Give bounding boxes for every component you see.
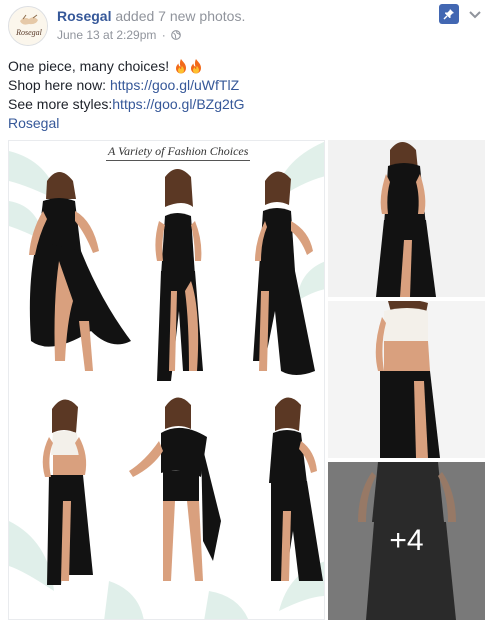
meta-separator: · [161,28,166,42]
more-photos-overlay[interactable]: +4 [328,462,485,620]
chevron-down-icon[interactable] [469,10,481,20]
more-photos-count: +4 [389,524,424,557]
message-text-3: See more styles: [8,96,113,112]
collage-title: A Variety of Fashion Choices [106,144,251,161]
post-message: One piece, many choices! Shop here now: … [8,57,245,133]
post-header: Rosegal added 7 new photos. [57,7,245,25]
pin-button[interactable] [439,4,459,24]
thumbnail-image [328,140,485,297]
styles-link[interactable]: https://goo.gl/BZg2tG [112,96,244,112]
page-name-link[interactable]: Rosegal [57,8,111,24]
model-figure [29,172,131,371]
action-text: added 7 new photos. [111,8,246,24]
photo-thumbnail-more[interactable]: +4 [328,462,485,620]
facebook-post: Rosegal Rosegal added 7 new photos. June… [0,0,489,626]
model-figure [253,171,315,375]
post-meta: June 13 at 2:29pm · [57,27,181,43]
timestamp-link[interactable]: June 13 at 2:29pm [57,28,156,42]
avatar-logo-text: Rosegal [15,28,43,37]
globe-icon[interactable] [171,30,181,40]
main-collage-photo[interactable]: A Variety of Fashion Choices [8,140,325,620]
post-action-text: added 7 new photos. [111,8,245,24]
fire-emoji-icon [175,59,186,74]
rosegal-tag-link[interactable]: Rosegal [8,115,59,131]
model-figure [155,169,203,381]
page-avatar[interactable]: Rosegal [8,6,48,46]
shop-link[interactable]: https://goo.gl/uWfTlZ [110,77,239,93]
message-line-4: Rosegal [8,114,245,133]
message-line-3: See more styles:https://goo.gl/BZg2tG [8,95,245,114]
message-line-1: One piece, many choices! [8,57,245,76]
pin-icon [443,9,454,20]
model-figure [129,397,221,581]
model-figure [269,397,323,581]
photo-thumbnail-2[interactable] [328,301,485,458]
message-text-1: One piece, many choices! [8,58,173,74]
message-text-2: Shop here now: [8,77,110,93]
model-figure [42,399,93,585]
photo-grid: A Variety of Fashion Choices +4 [8,140,485,620]
collage-image [9,141,324,619]
message-line-2: Shop here now: https://goo.gl/uWfTlZ [8,76,245,95]
photo-thumbnail-1[interactable] [328,140,485,297]
fire-emoji-icon [190,59,201,74]
thumbnail-image [328,301,485,458]
